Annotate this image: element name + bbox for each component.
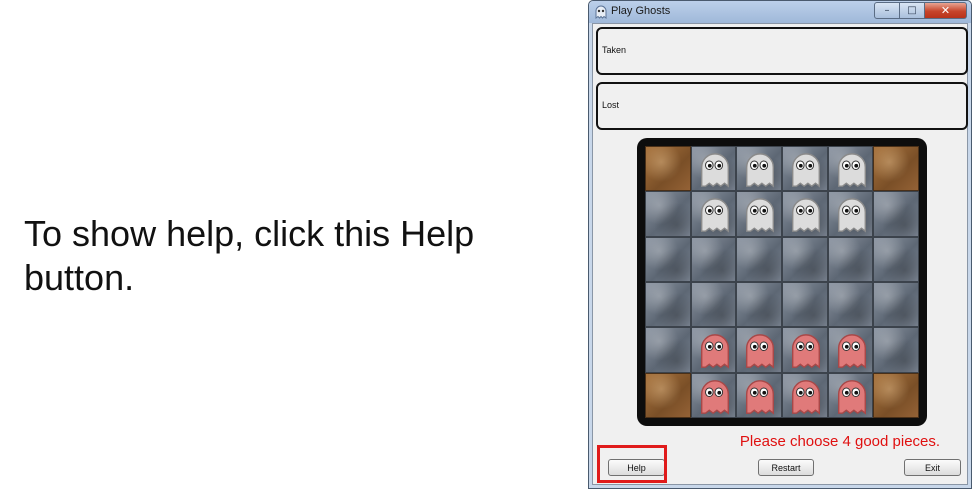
red-ghost-icon (791, 379, 821, 415)
title-bar[interactable]: Play Ghosts – □ ✕ (589, 1, 971, 23)
board-cell[interactable] (645, 327, 691, 373)
board-cell[interactable] (782, 236, 828, 282)
board-corner-cell[interactable] (873, 146, 919, 192)
board-corner-cell[interactable] (873, 372, 919, 418)
board-cell[interactable] (873, 327, 919, 373)
board-cell[interactable] (645, 191, 691, 237)
red-ghost-icon (837, 334, 866, 369)
white-ghost-icon (837, 153, 866, 188)
taken-panel: Taken (596, 27, 968, 75)
board-cell[interactable] (690, 191, 737, 237)
board-cell[interactable] (782, 327, 828, 373)
exit-button[interactable]: Exit (904, 459, 961, 476)
taken-label: Taken (602, 45, 627, 55)
board-cell[interactable] (736, 236, 782, 282)
board-cell[interactable] (873, 236, 919, 282)
board-cell[interactable] (690, 146, 737, 192)
board-cell[interactable] (645, 236, 691, 282)
window-controls: – □ ✕ (874, 2, 967, 20)
red-ghost-icon (837, 379, 866, 415)
help-button-highlight (597, 445, 667, 483)
ghost-app-icon (595, 5, 607, 19)
board-cell[interactable] (690, 281, 737, 328)
white-ghost-icon (700, 153, 729, 188)
game-board (645, 146, 919, 418)
board-cell[interactable] (782, 372, 828, 418)
white-ghost-icon (837, 198, 866, 233)
red-ghost-icon (746, 334, 775, 369)
board-cell[interactable] (736, 372, 782, 418)
red-ghost-icon (791, 334, 821, 369)
board-cell[interactable] (827, 236, 874, 282)
callout-text-before: To show help, click this (24, 213, 401, 254)
board-cell[interactable] (690, 327, 737, 373)
window-client-area: Taken Lost Please choose 4 good pieces. … (592, 23, 968, 485)
maximize-button[interactable]: □ (900, 2, 925, 19)
white-ghost-icon (746, 198, 775, 233)
callout-emphasis: Help (400, 213, 475, 254)
board-cell[interactable] (873, 281, 919, 328)
board-corner-cell[interactable] (645, 146, 691, 192)
window-title: Play Ghosts (611, 5, 671, 17)
board-cell[interactable] (690, 372, 737, 418)
restart-button[interactable]: Restart (758, 459, 814, 476)
play-ghosts-window: Play Ghosts – □ ✕ Taken Lost Please choo… (588, 0, 972, 489)
board-cell[interactable] (736, 146, 782, 192)
close-button[interactable]: ✕ (925, 2, 967, 19)
board-cell[interactable] (736, 191, 782, 237)
board-cell[interactable] (827, 372, 874, 418)
board-cell[interactable] (782, 191, 828, 237)
board-cell[interactable] (782, 146, 828, 192)
board-cell[interactable] (873, 191, 919, 237)
red-ghost-icon (700, 379, 729, 415)
board-cell[interactable] (782, 281, 828, 328)
board-cell[interactable] (827, 146, 874, 192)
board-cell[interactable] (736, 327, 782, 373)
board-cell[interactable] (827, 281, 874, 328)
board-corner-cell[interactable] (645, 372, 691, 418)
lost-panel: Lost (596, 82, 968, 130)
lost-label: Lost (602, 100, 620, 110)
white-ghost-icon (791, 153, 821, 188)
red-ghost-icon (746, 379, 775, 415)
board-cell[interactable] (645, 281, 691, 328)
red-ghost-icon (700, 334, 729, 369)
board-cell[interactable] (827, 191, 874, 237)
white-ghost-icon (746, 153, 775, 188)
minimize-button[interactable]: – (874, 2, 900, 19)
instruction-callout: To show help, click this Help button. (24, 212, 544, 300)
board-cell[interactable] (690, 236, 737, 282)
white-ghost-icon (700, 198, 729, 233)
board-cell[interactable] (827, 327, 874, 373)
white-ghost-icon (791, 198, 821, 233)
callout-text-after: button. (24, 257, 135, 298)
board-cell[interactable] (736, 281, 782, 328)
game-board-frame (637, 138, 927, 426)
